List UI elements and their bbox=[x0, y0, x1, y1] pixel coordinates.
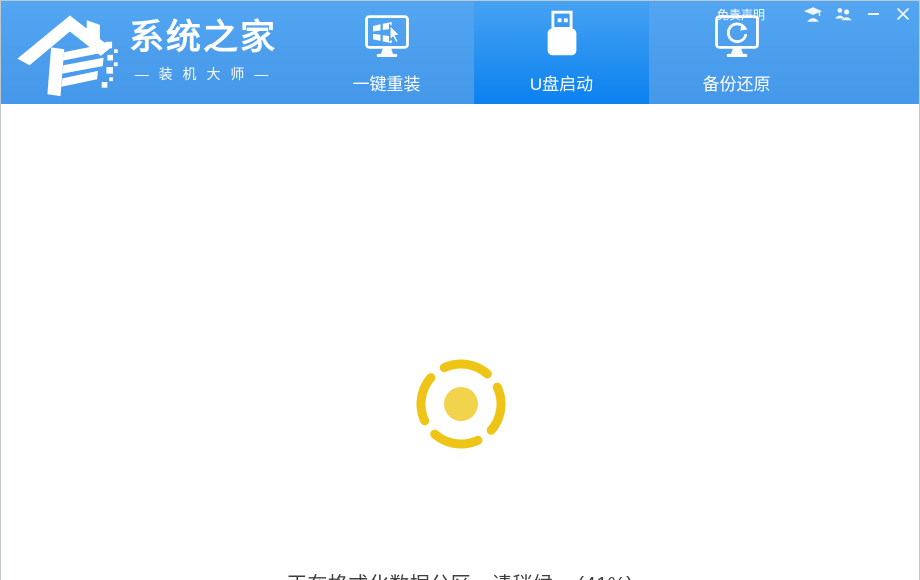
minimize-button[interactable] bbox=[863, 6, 883, 22]
app-window: 系统之家 — 装 机 大 师 — 一键重装 U盘启动 备份还原 免责声明 bbox=[0, 0, 920, 580]
close-icon bbox=[897, 8, 909, 20]
tab-label: U盘启动 bbox=[529, 75, 594, 94]
main-content: 正在格式化数据分区，请稍候... (41%) bbox=[1, 104, 919, 580]
disclaimer-link[interactable]: 免责声明 bbox=[717, 6, 765, 23]
graduation-cap-icon[interactable] bbox=[803, 6, 823, 22]
app-subtitle: — 装 机 大 师 — bbox=[134, 66, 272, 82]
loading-spinner bbox=[416, 359, 506, 449]
tab-label: 一键重装 bbox=[352, 75, 421, 94]
usb-drive-icon bbox=[539, 8, 585, 70]
app-logo: 系统之家 — 装 机 大 师 — bbox=[17, 8, 277, 98]
monitor-windows-icon bbox=[359, 8, 415, 70]
close-button[interactable] bbox=[893, 6, 913, 22]
titlebar-controls: 免责声明 bbox=[717, 5, 913, 23]
app-title: 系统之家 bbox=[129, 18, 278, 57]
house-logo-icon bbox=[17, 15, 118, 97]
status-text: 正在格式化数据分区，请稍候... (41%) bbox=[1, 568, 919, 580]
minimize-icon bbox=[867, 13, 879, 15]
users-icon[interactable] bbox=[833, 6, 853, 22]
app-header: 系统之家 — 装 机 大 师 — 一键重装 U盘启动 备份还原 免责声明 bbox=[1, 1, 919, 104]
tab-onekey-reinstall[interactable]: 一键重装 bbox=[299, 1, 474, 104]
tab-label: 备份还原 bbox=[702, 75, 771, 94]
tab-usb-boot[interactable]: U盘启动 bbox=[474, 1, 649, 104]
